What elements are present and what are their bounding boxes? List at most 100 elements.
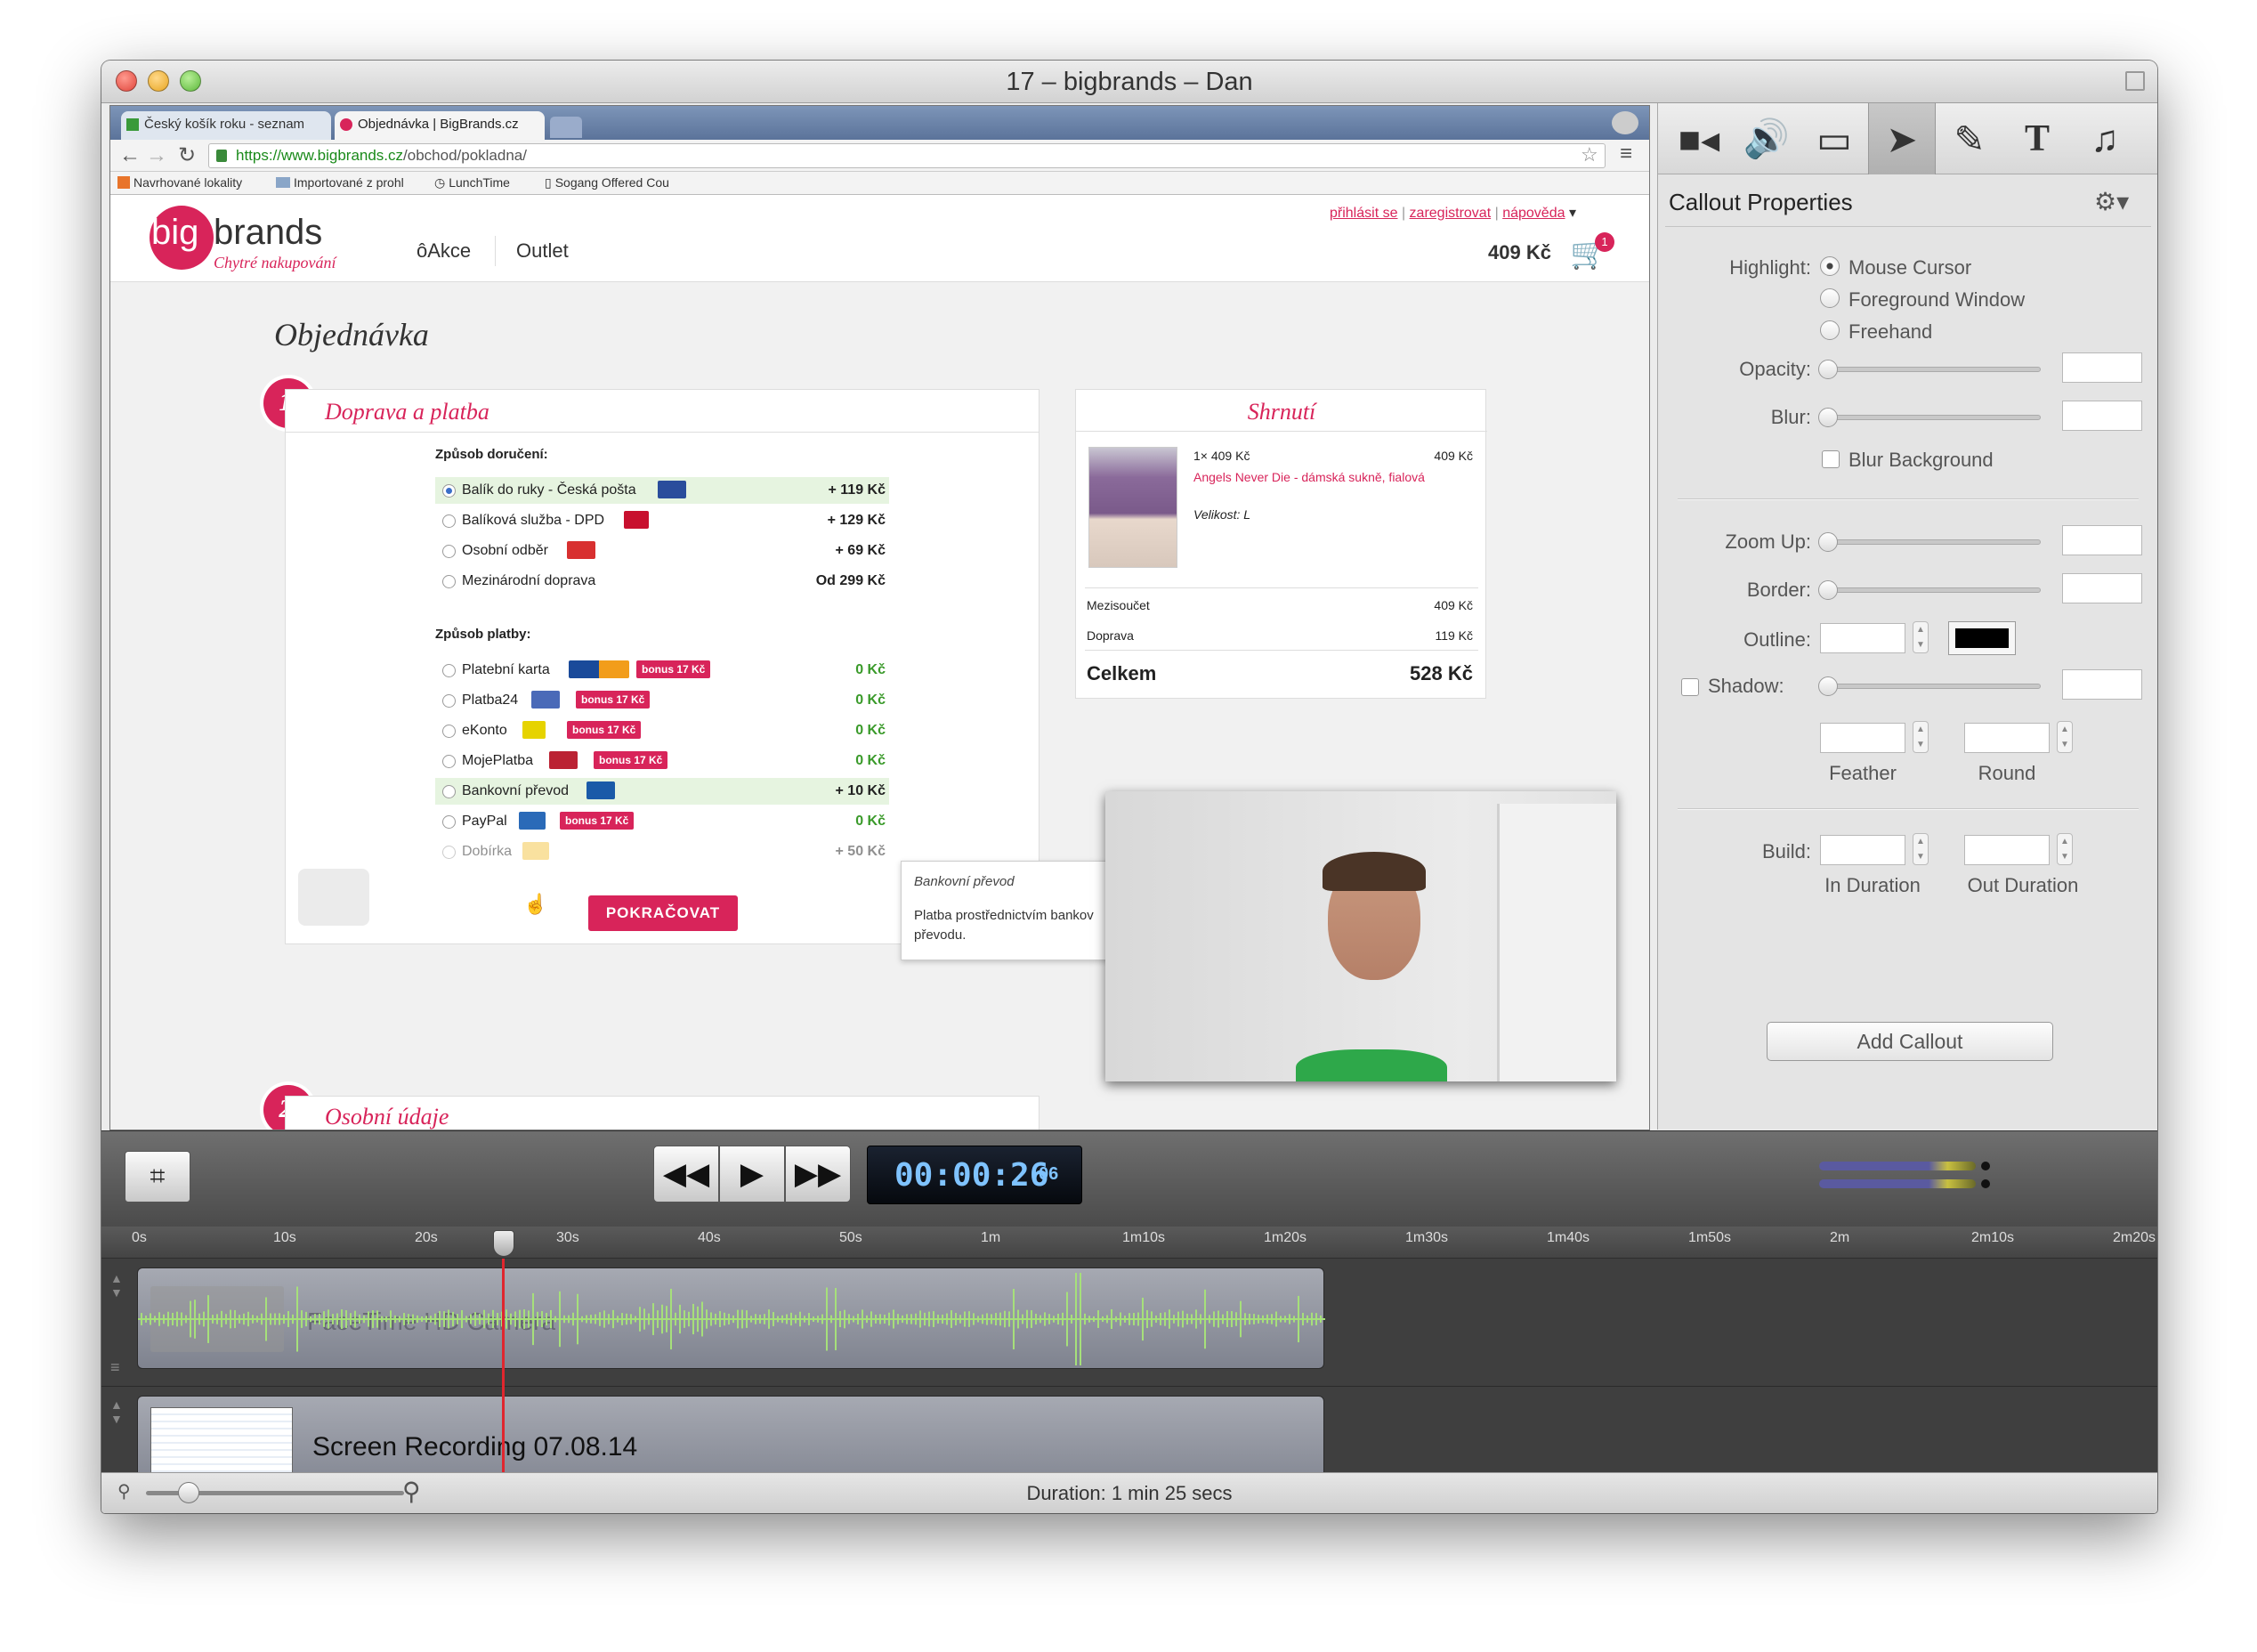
bookmark-item[interactable]: ▯ Sogang Offered Cou xyxy=(545,175,696,190)
timeline-ruler[interactable]: 0s 10s 20s 30s 40s 50s 1m 1m10s 1m20s 1m30s 1m40s 1… xyxy=(101,1227,2157,1259)
play-button[interactable]: ▶ xyxy=(719,1146,785,1203)
track-grip-icon[interactable]: ▲ ▼ xyxy=(110,1271,123,1300)
border-field[interactable] xyxy=(2062,573,2142,603)
shadow-knob[interactable] xyxy=(1818,676,1838,696)
bookmark-item[interactable]: Navrhované lokality xyxy=(117,175,242,190)
border-slider[interactable] xyxy=(1824,587,2041,593)
audio-icon[interactable]: 🔊 xyxy=(1733,103,1800,174)
delivery-option[interactable]: Osobní odběr + 69 Kč xyxy=(435,538,889,564)
radio[interactable] xyxy=(442,664,456,677)
screen-icon[interactable]: ▭ xyxy=(1800,103,1868,174)
blur-background-checkbox[interactable] xyxy=(1822,450,1840,468)
nav-akce[interactable]: ôAkce xyxy=(417,239,471,263)
round-field[interactable] xyxy=(1964,723,2050,753)
login-link[interactable]: přihlásit se xyxy=(1330,206,1397,221)
fullscreen-icon[interactable] xyxy=(2125,71,2145,91)
radio[interactable] xyxy=(442,575,456,588)
delivery-option[interactable]: Mezinárodní doprava Od 299 Kč xyxy=(435,568,889,595)
bookmark-item[interactable]: Importované z prohl xyxy=(276,175,418,190)
reload-icon[interactable]: ↻ xyxy=(178,142,196,168)
media-icon[interactable]: ♫ xyxy=(2071,103,2139,174)
radio-freehand[interactable] xyxy=(1820,320,1840,340)
browser-tab[interactable]: Český košík roku - seznam xyxy=(121,111,331,140)
new-tab-button[interactable] xyxy=(550,117,582,138)
feather-field[interactable] xyxy=(1820,723,1905,753)
payment-option[interactable]: Platba24 bonus 17 Kč 0 Kč xyxy=(435,687,889,714)
help-link[interactable]: nápověda xyxy=(1502,206,1565,221)
radio[interactable] xyxy=(442,785,456,798)
product-thumbnail[interactable] xyxy=(1088,447,1177,568)
delivery-option[interactable]: Balíková služba - DPD + 129 Kč xyxy=(435,507,889,534)
summary-product-name[interactable]: Angels Never Die - dámská sukně, fialová xyxy=(1193,468,1434,487)
playhead-handle[interactable] xyxy=(493,1230,514,1257)
zoom-field[interactable] xyxy=(2062,525,2142,555)
option-mouse-cursor[interactable]: Mouse Cursor xyxy=(1848,256,1971,279)
in-duration-label: In Duration xyxy=(1824,874,1921,896)
option-price: 0 Kč xyxy=(855,662,886,677)
cart-total[interactable]: 409 Kč xyxy=(1488,241,1551,264)
star-icon[interactable]: ☆ xyxy=(1581,143,1598,166)
opacity-field[interactable] xyxy=(2062,352,2142,383)
radio[interactable] xyxy=(442,755,456,768)
track-menu-icon[interactable]: ≡ xyxy=(110,1358,120,1377)
webcam-overlay[interactable] xyxy=(1105,791,1616,1081)
callout-cursor-icon[interactable]: ➤ xyxy=(1868,103,1936,174)
camera-icon[interactable]: ■◂ xyxy=(1665,103,1733,174)
in-duration-stepper[interactable]: ▲ ▼ xyxy=(1913,833,1929,865)
payment-option[interactable]: eKonto bonus 17 Kč 0 Kč xyxy=(435,717,889,744)
gear-icon[interactable]: ⚙▾ xyxy=(2094,187,2129,216)
annotation-icon[interactable]: ✎ xyxy=(1936,103,2003,174)
shadow-slider[interactable] xyxy=(1824,684,2041,689)
radio-foreground-window[interactable] xyxy=(1820,288,1840,308)
radio[interactable] xyxy=(442,545,456,558)
opacity-knob[interactable] xyxy=(1818,360,1838,379)
feather-stepper[interactable]: ▲ ▼ xyxy=(1913,721,1929,753)
round-stepper[interactable]: ▲ ▼ xyxy=(2057,721,2073,753)
blur-knob[interactable] xyxy=(1818,408,1838,427)
shadow-field[interactable] xyxy=(2062,669,2142,700)
option-freehand[interactable]: Freehand xyxy=(1848,320,1932,344)
radio[interactable] xyxy=(442,815,456,829)
delivery-option[interactable]: Balík do ruky - Česká pošta + 119 Kč xyxy=(435,477,889,504)
shadow-checkbox[interactable] xyxy=(1681,678,1699,696)
radio-selected[interactable] xyxy=(442,484,456,498)
outline-field[interactable] xyxy=(1820,623,1905,653)
forward-icon[interactable]: → xyxy=(146,143,167,168)
option-foreground-window[interactable]: Foreground Window xyxy=(1848,288,2025,312)
radio[interactable] xyxy=(442,514,456,528)
payment-option-hovered[interactable]: Bankovní převod + 10 Kč xyxy=(435,778,889,805)
camera-audio-clip[interactable]: FaceTime HD Camera xyxy=(137,1267,1325,1369)
track-grip-icon[interactable]: ▲ ▼ xyxy=(110,1397,123,1426)
nav-outlet[interactable]: Outlet xyxy=(516,239,569,263)
url-field[interactable]: https://www.bigbrands.cz/obchod/pokladna… xyxy=(208,143,1606,168)
payment-option[interactable]: PayPal bonus 17 Kč 0 Kč xyxy=(435,808,889,835)
radio-mouse-cursor[interactable] xyxy=(1820,256,1840,276)
add-callout-button[interactable]: Add Callout xyxy=(1767,1022,2053,1061)
crop-icon[interactable]: ⌗ xyxy=(125,1151,190,1203)
browser-tab-active[interactable]: Objednávka | BigBrands.cz xyxy=(335,111,545,140)
radio[interactable] xyxy=(442,725,456,738)
fast-forward-button[interactable]: ▶▶ xyxy=(785,1146,851,1203)
border-knob[interactable] xyxy=(1818,580,1838,600)
menu-icon[interactable]: ≡ xyxy=(1620,142,1632,166)
bookmark-item[interactable]: ◷ LunchTime xyxy=(434,175,510,190)
zoom-slider[interactable] xyxy=(1824,539,2041,545)
text-icon[interactable]: T xyxy=(2003,103,2071,174)
register-link[interactable]: zaregistrovat xyxy=(1410,206,1492,221)
radio[interactable] xyxy=(442,694,456,708)
back-icon[interactable]: ← xyxy=(119,143,141,168)
blur-background-label[interactable]: Blur Background xyxy=(1848,449,1994,472)
rewind-button[interactable]: ◀◀ xyxy=(653,1146,719,1203)
opacity-slider[interactable] xyxy=(1824,367,2041,372)
continue-button[interactable]: POKRAČOVAT xyxy=(588,895,738,931)
outline-color-well[interactable] xyxy=(1948,621,2016,655)
payment-option[interactable]: MojePlatba bonus 17 Kč 0 Kč xyxy=(435,748,889,774)
payment-option[interactable]: Platební karta bonus 17 Kč 0 Kč xyxy=(435,657,889,684)
zoom-knob[interactable] xyxy=(1818,532,1838,552)
blur-slider[interactable] xyxy=(1824,415,2041,420)
out-duration-field[interactable] xyxy=(1964,835,2050,865)
outline-stepper[interactable]: ▲ ▼ xyxy=(1913,621,1929,653)
out-duration-stepper[interactable]: ▲ ▼ xyxy=(2057,833,2073,865)
in-duration-field[interactable] xyxy=(1820,835,1905,865)
blur-field[interactable] xyxy=(2062,401,2142,431)
